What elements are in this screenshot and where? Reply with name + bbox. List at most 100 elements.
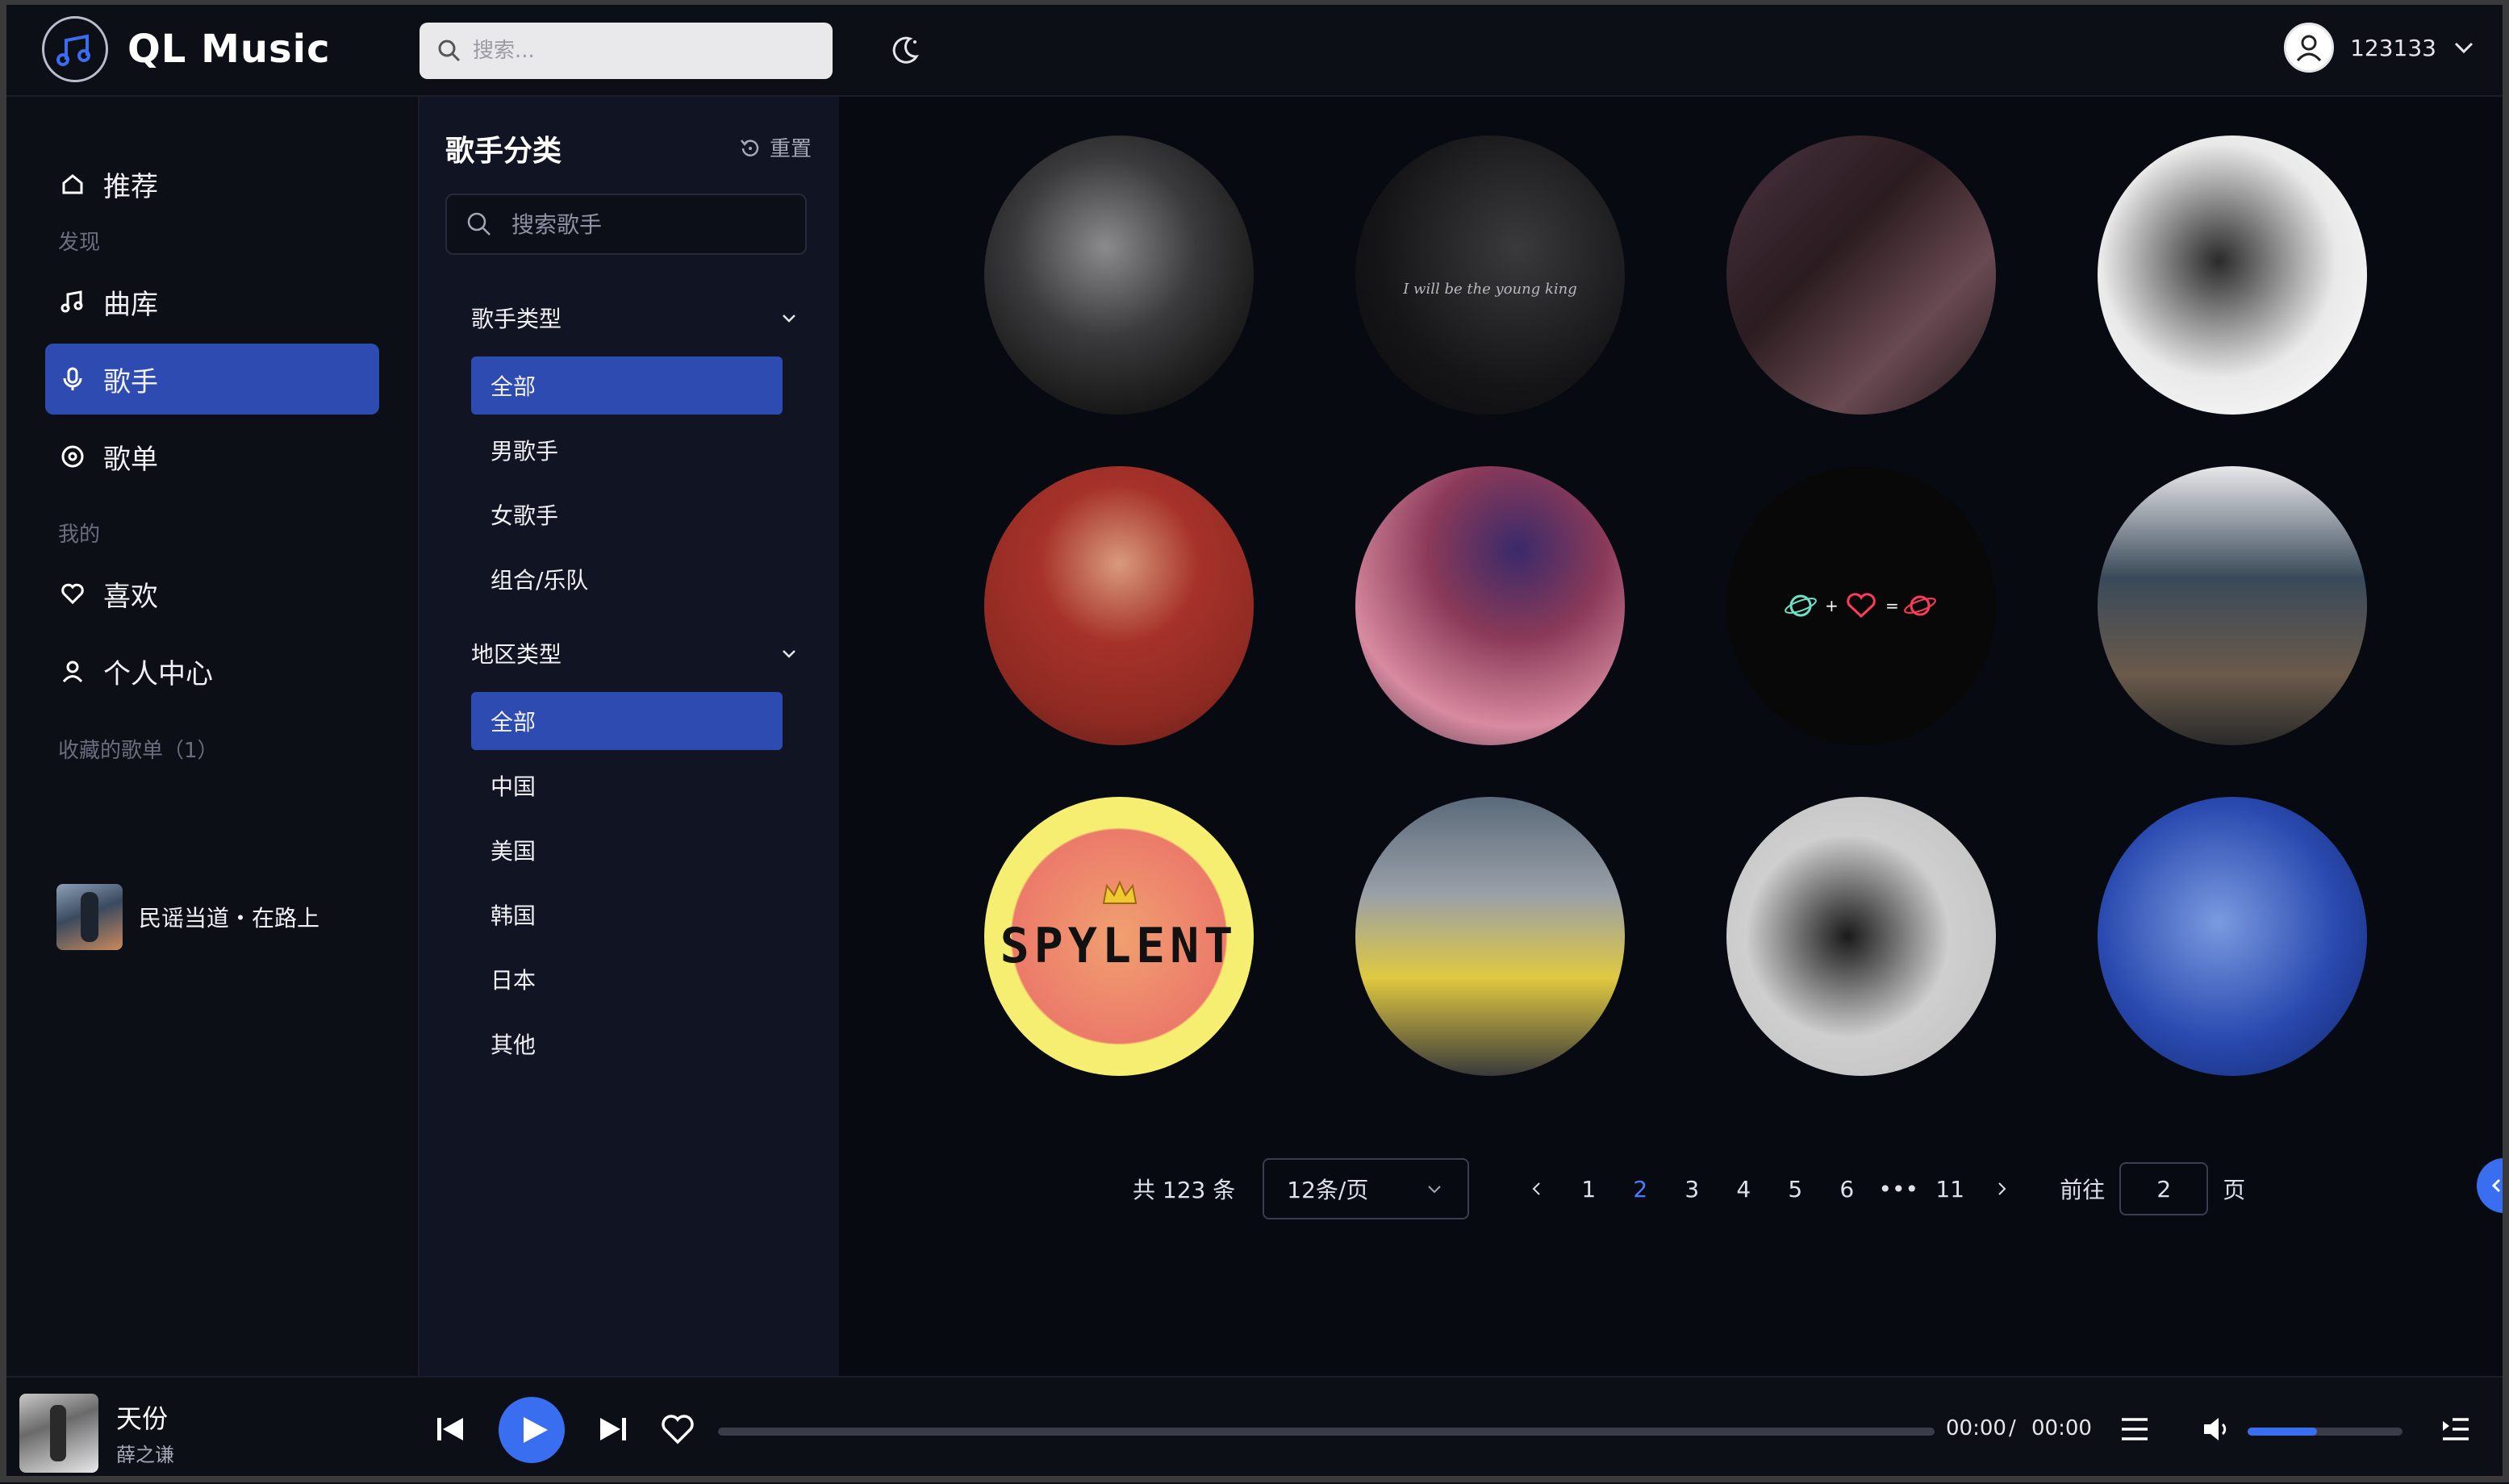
page-size-select[interactable]: 12条/页 [1263,1158,1470,1219]
queue-list-icon[interactable] [2436,1410,2475,1449]
chevron-right-icon [1998,1182,2006,1195]
heart-icon [61,583,84,605]
singer-type-option-group[interactable]: 组合/乐队 [471,550,783,608]
sidebar-item-label: 推荐 [103,170,158,203]
page-unit-label: 页 [2223,1177,2246,1203]
player-bar: 天份 薛之谦 00:00 / 00:00 [0,1376,2509,1484]
sidebar-item-label: 歌手 [103,365,158,398]
artist-card[interactable] [2098,135,2367,415]
reset-button[interactable]: 重置 [739,132,812,162]
user-menu[interactable]: 123133 [2284,23,2477,73]
region-option-all[interactable]: 全部 [471,692,783,750]
playlist-menu-icon[interactable] [2115,1410,2154,1449]
sidebar-item-label: 曲库 [103,288,158,321]
chevron-left-icon [2491,1178,2501,1193]
now-playing-cover[interactable] [19,1394,98,1473]
sidebar-item-likes[interactable]: 喜欢 [45,558,379,629]
time-separator: / [2009,1416,2016,1440]
microphone-icon [63,367,82,390]
artist-card[interactable]: I will be the young king [1355,135,1625,415]
top-header: QL Music 123133 [0,0,2509,97]
pagination: 共 123 条 12条/页 1 2 3 4 5 6 ••• 11 前往 2 页 [1133,1157,2245,1221]
prev-page-button[interactable] [1511,1180,1563,1198]
artist-image-caption: I will be the young king [1403,281,1577,298]
page-button[interactable]: 3 [1666,1176,1718,1203]
next-track-icon[interactable] [594,1410,632,1449]
sidebar-item-library[interactable]: 曲库 [45,266,379,337]
singer-search-box[interactable] [445,194,807,255]
chevron-down-icon [783,650,795,658]
sidebar-item-recommend[interactable]: 推荐 [45,148,379,219]
section-label-mine: 我的 [58,523,101,547]
artist-card[interactable] [1726,797,1996,1076]
page-button[interactable]: 4 [1718,1176,1769,1203]
song-artist[interactable]: 薛之谦 [116,1439,174,1467]
favorite-playlist-item[interactable]: 民谣当道・在路上 [56,884,319,950]
artist-card[interactable]: SPYLENT [984,797,1254,1076]
global-search-input[interactable] [471,38,813,64]
reset-label: 重置 [769,137,812,161]
home-icon [62,174,83,194]
region-option-usa[interactable]: 美国 [471,821,783,879]
crown-icon [1102,880,1138,904]
app-logo[interactable]: QL Music [42,16,331,82]
volume-slider[interactable] [2248,1428,2403,1436]
user-icon [62,661,83,683]
planet-heart-icon: + = [1785,593,1936,619]
region-option-other[interactable]: 其他 [471,1015,783,1073]
artist-card[interactable]: + = [1726,466,1996,745]
user-avatar[interactable] [2284,23,2335,73]
volume-icon[interactable] [2198,1410,2236,1449]
sidebar-item-playlists[interactable]: 歌单 [45,421,379,492]
artist-card[interactable] [1726,135,1996,415]
page-button[interactable]: 5 [1769,1176,1821,1203]
artist-card[interactable] [2098,466,2367,745]
duration-time: 00:00 [2031,1416,2092,1440]
theme-toggle-moon-icon[interactable] [887,32,923,68]
region-option-korea[interactable]: 韩国 [471,886,783,944]
more-pages-button[interactable]: ••• [1872,1176,1924,1203]
chevron-down-icon[interactable] [2451,35,2477,60]
sidebar-item-label: 个人中心 [103,657,213,690]
sidebar-item-singers[interactable]: 歌手 [45,344,379,415]
singer-type-option-male[interactable]: 男歌手 [471,421,783,479]
artist-card[interactable] [984,466,1254,745]
play-button[interactable] [499,1397,565,1463]
artist-card[interactable] [984,135,1254,415]
page-button[interactable]: 11 [1924,1176,1976,1203]
region-option-china[interactable]: 中国 [471,757,783,815]
elapsed-time: 00:00 [1946,1416,2006,1440]
section-label-discover: 发现 [58,231,101,255]
refresh-icon [741,139,759,156]
artist-card[interactable] [2098,797,2367,1076]
favorite-playlist-name: 民谣当道・在路上 [139,905,320,932]
chevron-left-icon [1532,1182,1540,1195]
next-page-button[interactable] [1976,1180,2027,1198]
region-option-japan[interactable]: 日本 [471,950,783,1008]
page-button-current[interactable]: 2 [1614,1176,1666,1203]
page-button[interactable]: 1 [1563,1176,1614,1203]
goto-page-input[interactable]: 2 [2119,1162,2209,1215]
singer-type-group-header[interactable]: 歌手类型 [471,302,810,334]
svg-text:=: = [1885,596,1899,615]
playback-progress-bar[interactable] [718,1428,1935,1436]
global-search-box[interactable] [420,23,833,79]
singer-search-input[interactable] [510,210,795,239]
artist-card[interactable] [1355,797,1625,1076]
like-heart-icon[interactable] [658,1410,697,1449]
goto-label: 前往 [2060,1177,2106,1203]
search-icon [467,212,491,236]
singer-type-label: 歌手类型 [471,306,562,332]
username: 123133 [2350,34,2436,61]
artist-card[interactable] [1355,466,1625,745]
singer-type-option-female[interactable]: 女歌手 [471,486,783,544]
page-button[interactable]: 6 [1821,1176,1872,1203]
music-note-icon [61,290,83,313]
previous-track-icon[interactable] [431,1410,470,1449]
sidebar-item-profile[interactable]: 个人中心 [45,636,379,707]
singer-type-option-all[interactable]: 全部 [471,356,783,415]
sidebar: 推荐 发现 曲库 歌手 歌单 我的 喜欢 个人中心 收藏的歌单（1） 民谣当道・… [0,97,420,1376]
filter-title: 歌手分类 [445,135,562,168]
song-title: 天份 [116,1403,169,1434]
region-group-header[interactable]: 地区类型 [471,637,810,669]
